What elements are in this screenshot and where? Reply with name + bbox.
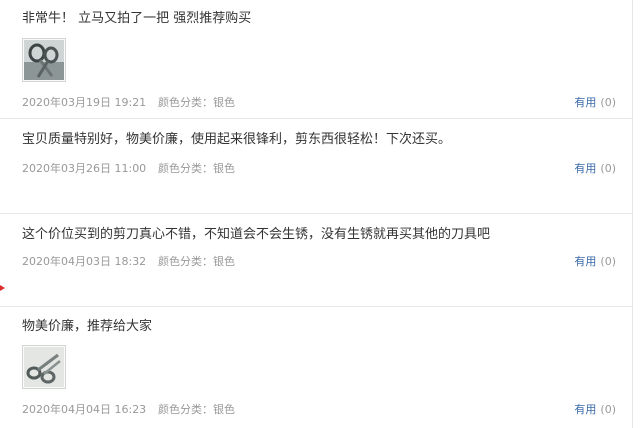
review-variant: 颜色分类：银色 bbox=[158, 96, 235, 109]
review-list: 非常牛！ 立马又拍了一把 强烈推荐购买 2020年03月19日 19:21 颜色分… bbox=[0, 0, 633, 428]
review-item: 宝贝质量特别好，物美价廉，使用起来很锋利，剪东西很轻松！下次还买。 2020年0… bbox=[0, 119, 632, 214]
useful-button[interactable]: 有用 bbox=[574, 403, 596, 416]
useful-button[interactable]: 有用 bbox=[574, 96, 596, 109]
useful-count: (0) bbox=[600, 255, 616, 268]
review-text: 宝贝质量特别好，物美价廉，使用起来很锋利，剪东西很轻松！下次还买。 bbox=[22, 132, 452, 147]
scissors-photo-icon bbox=[24, 347, 64, 387]
review-photo-thumbnail[interactable] bbox=[22, 345, 66, 389]
useful-vote: 有用 (0) bbox=[574, 403, 616, 417]
review-meta: 2020年03月19日 19:21 颜色分类：银色 bbox=[22, 96, 235, 110]
review-text: 非常牛！ 立马又拍了一把 强烈推荐购买 bbox=[22, 11, 252, 26]
useful-vote: 有用 (0) bbox=[574, 96, 616, 110]
useful-vote: 有用 (0) bbox=[574, 255, 616, 269]
useful-count: (0) bbox=[600, 162, 616, 175]
review-text: 这个价位买到的剪刀真心不错，不知道会不会生锈，没有生锈就再买其他的刀具吧 bbox=[22, 227, 491, 242]
review-meta: 2020年03月26日 11:00 颜色分类：银色 bbox=[22, 162, 235, 176]
useful-button[interactable]: 有用 bbox=[574, 255, 596, 268]
review-item: 物美价廉，推荐给大家 2020年04月04日 16:23 颜色分类：银色 有用 (0… bbox=[0, 307, 632, 428]
review-item: 非常牛！ 立马又拍了一把 强烈推荐购买 2020年03月19日 19:21 颜色分… bbox=[0, 0, 632, 119]
useful-vote: 有用 (0) bbox=[574, 162, 616, 176]
review-date: 2020年03月26日 11:00 bbox=[22, 162, 147, 175]
review-meta: 2020年04月03日 18:32 颜色分类：银色 bbox=[22, 255, 235, 269]
review-variant: 颜色分类：银色 bbox=[158, 255, 235, 268]
review-meta: 2020年04月04日 16:23 颜色分类：银色 bbox=[22, 403, 235, 417]
review-text: 物美价廉，推荐给大家 bbox=[22, 319, 153, 334]
scissors-photo-icon bbox=[24, 40, 64, 80]
useful-count: (0) bbox=[600, 403, 616, 416]
review-date: 2020年04月03日 18:32 bbox=[22, 255, 147, 268]
review-date: 2020年04月04日 16:23 bbox=[22, 403, 147, 416]
review-item: 这个价位买到的剪刀真心不错，不知道会不会生锈，没有生锈就再买其他的刀具吧 202… bbox=[0, 214, 632, 307]
left-edge-marker-icon bbox=[0, 285, 5, 291]
useful-button[interactable]: 有用 bbox=[574, 162, 596, 175]
review-variant: 颜色分类：银色 bbox=[158, 403, 235, 416]
review-date: 2020年03月19日 19:21 bbox=[22, 96, 147, 109]
useful-count: (0) bbox=[600, 96, 616, 109]
review-photo-thumbnail[interactable] bbox=[22, 38, 66, 82]
review-variant: 颜色分类：银色 bbox=[158, 162, 235, 175]
